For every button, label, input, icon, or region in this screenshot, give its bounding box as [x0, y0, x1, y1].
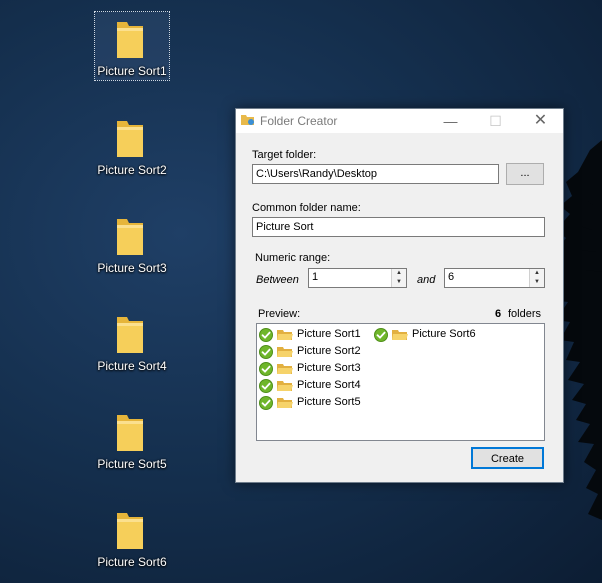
range-from-stepper[interactable]: 1 ▲ ▼ — [308, 268, 407, 288]
check-icon — [259, 345, 273, 359]
preview-item-label: Picture Sort1 — [297, 328, 361, 340]
desktop-folder-label: Picture Sort2 — [97, 163, 167, 177]
range-from-value: 1 — [312, 271, 319, 283]
check-icon — [259, 362, 273, 376]
common-folder-name-input[interactable] — [252, 217, 545, 237]
range-from-arrows: ▲ ▼ — [391, 269, 406, 287]
folder-creator-dialog: Folder Creator — ☐ ✕ Target folder: ... … — [235, 108, 564, 483]
folder-icon — [117, 317, 143, 353]
preview-item-label: Picture Sort5 — [297, 396, 361, 408]
preview-list[interactable]: Picture Sort1 Picture Sort2 Picture Sort… — [256, 323, 545, 441]
folder-icon — [277, 364, 293, 374]
preview-item-label: Picture Sort4 — [297, 379, 361, 391]
range-to-down-icon[interactable]: ▼ — [530, 278, 544, 287]
desktop-folder-label: Picture Sort3 — [97, 261, 167, 275]
desktop-folder-label: Picture Sort1 — [97, 64, 167, 78]
target-folder-label: Target folder: — [252, 149, 317, 161]
preview-label: Preview: — [258, 308, 301, 320]
desktop-folder-label: Picture Sort4 — [97, 359, 167, 373]
browse-button[interactable]: ... — [506, 163, 544, 185]
folder-icon — [117, 513, 143, 549]
between-label: Between — [256, 274, 299, 286]
desktop-folder-icon[interactable]: Picture Sort1 — [94, 11, 170, 81]
maximize-button[interactable]: ☐ — [473, 109, 518, 133]
numeric-range-label: Numeric range: — [255, 252, 331, 264]
and-label: and — [417, 274, 436, 286]
minimize-button[interactable]: — — [428, 109, 473, 133]
range-to-arrows: ▲ ▼ — [529, 269, 544, 287]
preview-item-label: Picture Sort3 — [297, 362, 361, 374]
desktop-folder-icon[interactable]: Picture Sort2 — [95, 111, 169, 179]
folder-icon — [277, 347, 293, 357]
folder-icon — [277, 398, 293, 408]
preview-count-suffix: folders — [508, 308, 542, 320]
desktop-folder-icon[interactable]: Picture Sort5 — [95, 405, 169, 473]
preview-item-label: Picture Sort6 — [412, 328, 476, 340]
folder-icon — [277, 381, 293, 391]
target-folder-input[interactable] — [252, 164, 499, 184]
preview-count: 6 — [495, 308, 502, 320]
folder-icon — [117, 22, 143, 58]
check-icon — [374, 328, 388, 342]
folder-icon — [392, 330, 408, 340]
app-folder-icon — [241, 115, 254, 125]
desktop-folder-icon[interactable]: Picture Sort4 — [95, 307, 169, 375]
range-to-value: 6 — [448, 271, 455, 283]
preview-item-label: Picture Sort2 — [297, 345, 361, 357]
folder-icon — [117, 219, 143, 255]
desktop-folder-icon[interactable]: Picture Sort6 — [95, 503, 169, 571]
range-to-stepper[interactable]: 6 ▲ ▼ — [444, 268, 545, 288]
folder-icon — [117, 121, 143, 157]
desktop-folder-label: Picture Sort5 — [97, 457, 167, 471]
folder-icon — [277, 330, 293, 340]
close-button[interactable]: ✕ — [518, 109, 563, 133]
window-title: Folder Creator — [260, 114, 338, 128]
check-icon — [259, 328, 273, 342]
common-folder-name-label: Common folder name: — [252, 202, 361, 214]
range-from-down-icon[interactable]: ▼ — [392, 278, 406, 287]
create-button[interactable]: Create — [471, 447, 544, 469]
desktop-folder-icon[interactable]: Picture Sort3 — [95, 209, 169, 277]
title-bar[interactable]: Folder Creator — ☐ ✕ — [236, 109, 563, 133]
check-icon — [259, 379, 273, 393]
folder-icon — [117, 415, 143, 451]
desktop-folder-label: Picture Sort6 — [97, 555, 167, 569]
check-icon — [259, 396, 273, 410]
